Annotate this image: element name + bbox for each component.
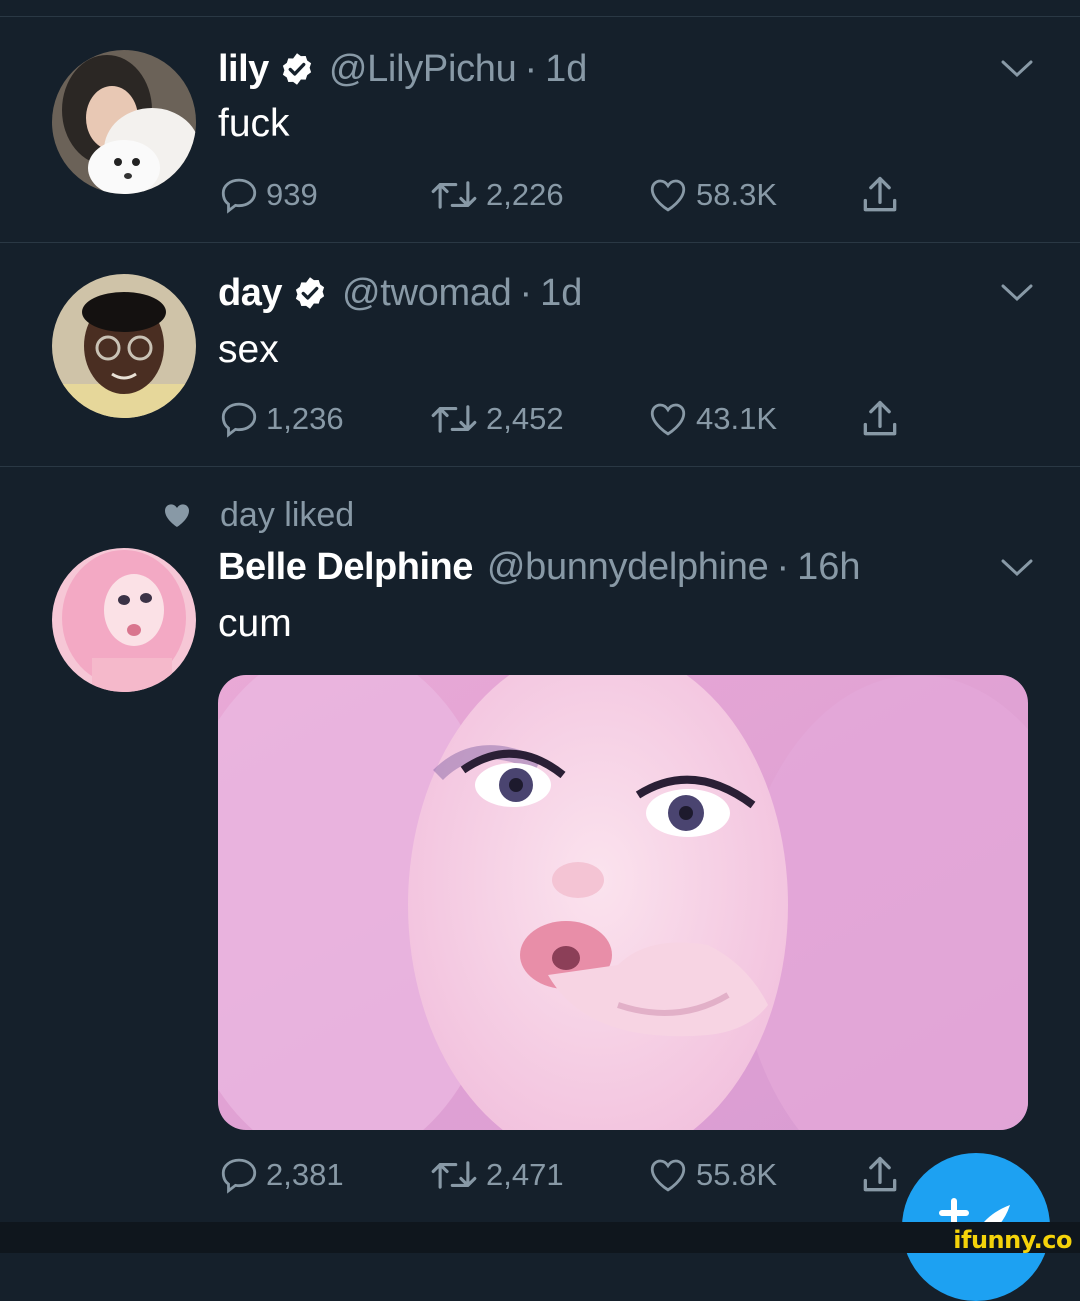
tweet-media-image[interactable] — [218, 675, 1028, 1130]
retweet-count: 2,471 — [486, 1157, 564, 1192]
share-icon — [863, 400, 897, 436]
verified-badge-icon — [279, 51, 315, 87]
reply-count: 1,236 — [266, 401, 344, 436]
user-handle[interactable]: @LilyPichu — [329, 48, 517, 91]
retweet-icon — [431, 1161, 477, 1189]
divider — [0, 466, 1080, 467]
tweet-actions: 2,381 2,471 55.8K — [218, 1152, 938, 1198]
share-icon — [863, 176, 897, 212]
reply-count: 2,381 — [266, 1157, 344, 1192]
tweet-text: sex — [218, 328, 279, 371]
like-button[interactable]: 43.1K — [646, 396, 777, 442]
avatar[interactable] — [52, 274, 196, 418]
tweet-header: Belle Delphine @bunnydelphine · 16h — [218, 542, 861, 592]
tweet-text: fuck — [218, 102, 290, 145]
tweet-header: day @twomad · 1d — [218, 268, 582, 318]
timestamp[interactable]: 1d — [545, 48, 587, 91]
avatar[interactable] — [52, 50, 196, 194]
display-name[interactable]: day — [218, 272, 282, 315]
share-button[interactable] — [858, 396, 902, 442]
tweet-actions: 1,236 2,452 43.1K — [218, 396, 938, 442]
timestamp[interactable]: 1d — [540, 272, 582, 315]
like-count: 43.1K — [696, 401, 778, 436]
user-handle[interactable]: @bunnydelphine — [487, 546, 769, 589]
chevron-down-icon[interactable] — [1000, 557, 1034, 579]
separator-dot: · — [519, 271, 533, 314]
retweet-button[interactable]: 2,226 — [428, 172, 564, 218]
avatar[interactable] — [52, 548, 196, 692]
heart-icon — [650, 179, 686, 212]
share-icon — [863, 1156, 897, 1192]
share-button[interactable] — [858, 1152, 902, 1198]
retweet-button[interactable]: 2,471 — [428, 1152, 564, 1198]
tweet-actions: 939 2,226 58.3K — [218, 172, 938, 218]
heart-icon — [650, 403, 686, 436]
reply-button[interactable]: 2,381 — [218, 1152, 344, 1198]
retweet-count: 2,452 — [486, 401, 564, 436]
watermark: ifunny.co — [953, 1226, 1072, 1254]
social-context-text: day liked — [220, 495, 355, 534]
like-button[interactable]: 58.3K — [646, 172, 777, 218]
chevron-down-icon[interactable] — [1000, 282, 1034, 304]
bottom-bar — [0, 1222, 1080, 1253]
heart-icon — [650, 1159, 686, 1192]
verified-badge-icon — [292, 275, 328, 311]
top-divider — [0, 16, 1080, 17]
retweet-count: 2,226 — [486, 177, 564, 212]
reply-icon — [221, 402, 257, 438]
retweet-button[interactable]: 2,452 — [428, 396, 564, 442]
divider — [0, 242, 1080, 243]
display-name[interactable]: lily — [218, 48, 269, 91]
retweet-icon — [431, 181, 477, 209]
like-count: 58.3K — [696, 177, 778, 212]
timestamp[interactable]: 16h — [797, 546, 860, 589]
chevron-down-icon[interactable] — [1000, 58, 1034, 80]
retweet-icon — [431, 405, 477, 433]
reply-button[interactable]: 939 — [218, 172, 318, 218]
reply-icon — [221, 1158, 257, 1194]
user-handle[interactable]: @twomad — [342, 272, 512, 315]
like-button[interactable]: 55.8K — [646, 1152, 777, 1198]
tweet-header: lily @LilyPichu · 1d — [218, 44, 587, 94]
social-context: day liked — [160, 495, 354, 535]
separator-dot: · — [776, 545, 790, 588]
like-count: 55.8K — [696, 1157, 778, 1192]
tweet-text: cum — [218, 602, 292, 645]
display-name[interactable]: Belle Delphine — [218, 546, 473, 589]
separator-dot: · — [524, 47, 538, 90]
reply-button[interactable]: 1,236 — [218, 396, 344, 442]
reply-count: 939 — [266, 177, 318, 212]
heart-filled-icon — [165, 504, 189, 527]
share-button[interactable] — [858, 172, 902, 218]
reply-icon — [221, 178, 257, 214]
